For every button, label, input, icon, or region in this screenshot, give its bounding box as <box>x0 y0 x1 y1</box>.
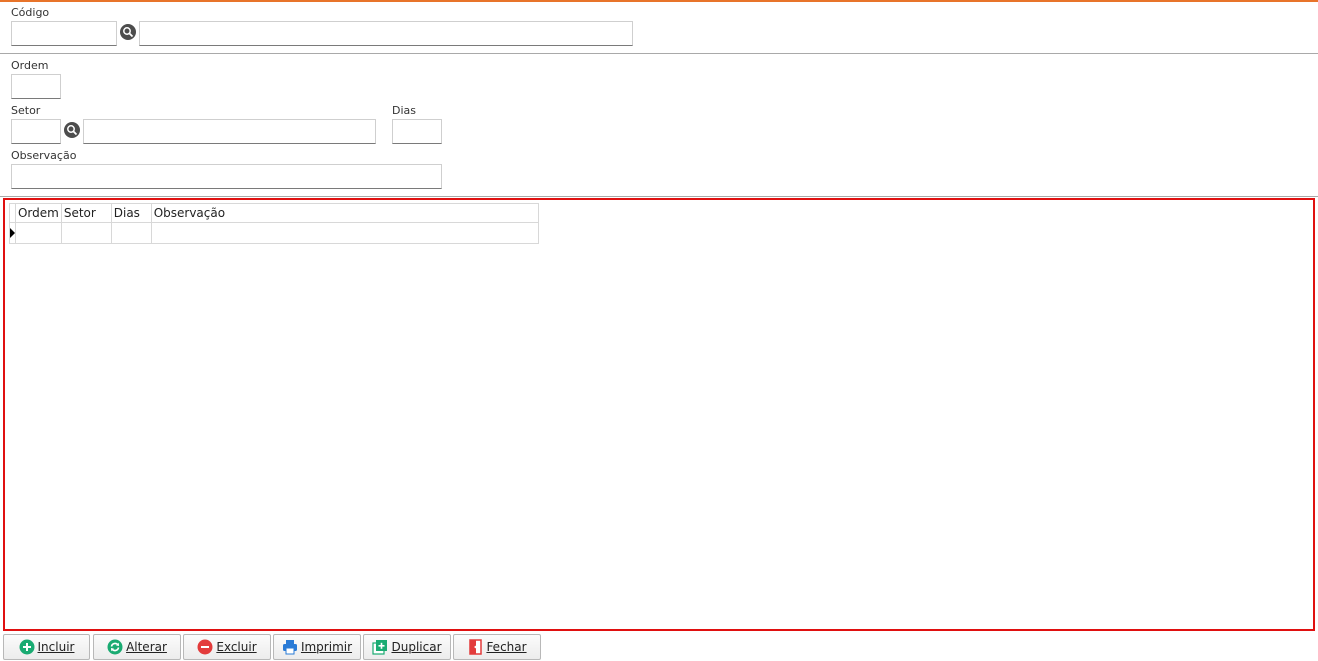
imprimir-button-label: Imprimir <box>300 640 353 654</box>
setor-lookup-icon[interactable] <box>64 122 80 138</box>
excluir-button[interactable]: Excluir <box>183 634 271 660</box>
duplicar-button-label: Duplicar <box>391 640 442 654</box>
setor-label: Setor <box>11 104 41 117</box>
codigo-label: Código <box>11 6 50 19</box>
minus-circle-icon <box>197 639 213 655</box>
duplicate-icon <box>372 639 388 655</box>
table-row[interactable] <box>9 222 540 244</box>
data-grid[interactable]: Ordem Setor Dias Observação <box>9 203 540 244</box>
dias-label: Dias <box>392 104 416 117</box>
codigo-lookup-icon[interactable] <box>120 24 136 40</box>
table-cell[interactable] <box>110 222 152 244</box>
grid-column-header-observacao[interactable]: Observação <box>150 203 540 223</box>
table-cell[interactable] <box>150 222 540 244</box>
row-indicator-icon <box>9 222 16 244</box>
ordem-input[interactable] <box>11 74 61 99</box>
grid-indicator-header <box>9 203 16 223</box>
plus-circle-icon <box>19 639 35 655</box>
section-divider <box>0 53 1318 54</box>
excluir-button-label: Excluir <box>216 640 257 654</box>
alterar-button-label: Alterar <box>126 640 167 654</box>
setor-description-input[interactable] <box>83 119 376 144</box>
grid-header-row: Ordem Setor Dias Observação <box>9 203 540 223</box>
grid-column-header-dias[interactable]: Dias <box>110 203 152 223</box>
exit-door-icon <box>467 639 483 655</box>
grid-column-header-ordem[interactable]: Ordem <box>14 203 62 223</box>
header-accent-line <box>0 0 1318 2</box>
ordem-label: Ordem <box>11 59 49 72</box>
observacao-label: Observação <box>11 149 77 162</box>
section-divider <box>0 196 1318 197</box>
fechar-button[interactable]: Fechar <box>453 634 541 660</box>
imprimir-button[interactable]: Imprimir <box>273 634 361 660</box>
observacao-input[interactable] <box>11 164 442 189</box>
incluir-button-label: Incluir <box>37 640 75 654</box>
alterar-button[interactable]: Alterar <box>93 634 181 660</box>
printer-icon <box>282 639 298 655</box>
dias-input[interactable] <box>392 119 442 144</box>
fechar-button-label: Fechar <box>486 640 527 654</box>
grid-column-header-setor[interactable]: Setor <box>60 203 112 223</box>
codigo-description-input[interactable] <box>139 21 633 46</box>
table-cell[interactable] <box>14 222 62 244</box>
refresh-circle-icon <box>107 639 123 655</box>
incluir-button[interactable]: Incluir <box>3 634 90 660</box>
table-cell[interactable] <box>60 222 112 244</box>
codigo-input[interactable] <box>11 21 117 46</box>
setor-input[interactable] <box>11 119 61 144</box>
grid-container[interactable]: Ordem Setor Dias Observação <box>3 198 1315 631</box>
duplicar-button[interactable]: Duplicar <box>363 634 451 660</box>
